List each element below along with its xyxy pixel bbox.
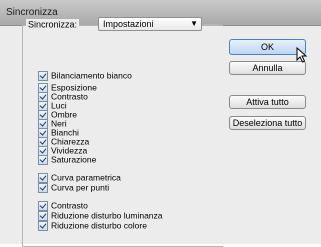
deselect-all-button[interactable]: Deseleziona tutto <box>229 116 306 130</box>
checkbox-row[interactable]: Riduzione disturbo colore <box>38 220 147 231</box>
sync-label-wrap: Sincronizza: <box>26 19 80 30</box>
mouse-pointer-icon <box>296 47 308 63</box>
select-all-button[interactable]: Attiva tutto <box>229 95 306 109</box>
cancel-button[interactable]: Annulla <box>229 61 306 75</box>
checkbox[interactable] <box>38 154 48 165</box>
sync-label: Sincronizza: <box>28 19 78 30</box>
chevron-down-icon: ▼ <box>190 19 198 28</box>
checkbox-row[interactable]: Curva per punti <box>38 182 109 193</box>
checkbox-label: Saturazione <box>51 154 97 165</box>
checkbox-label: Curva per punti <box>51 182 110 193</box>
window-title: Sincronizza <box>6 7 58 18</box>
checkbox-label: Riduzione disturbo colore <box>51 220 147 231</box>
sync-dropdown-value: Impostazioni <box>103 19 154 29</box>
checkbox-row[interactable]: Bilanciamento bianco <box>38 70 132 81</box>
group-border-segment <box>203 24 218 25</box>
checkbox[interactable] <box>38 220 48 231</box>
sync-dropdown[interactable]: Impostazioni ▼ <box>98 17 202 31</box>
checkbox-label: Bilanciamento bianco <box>51 70 132 81</box>
checkbox[interactable] <box>38 70 48 81</box>
ok-button[interactable]: OK <box>229 39 306 55</box>
checkbox-row[interactable]: Saturazione <box>38 154 96 165</box>
checkbox[interactable] <box>38 182 48 193</box>
